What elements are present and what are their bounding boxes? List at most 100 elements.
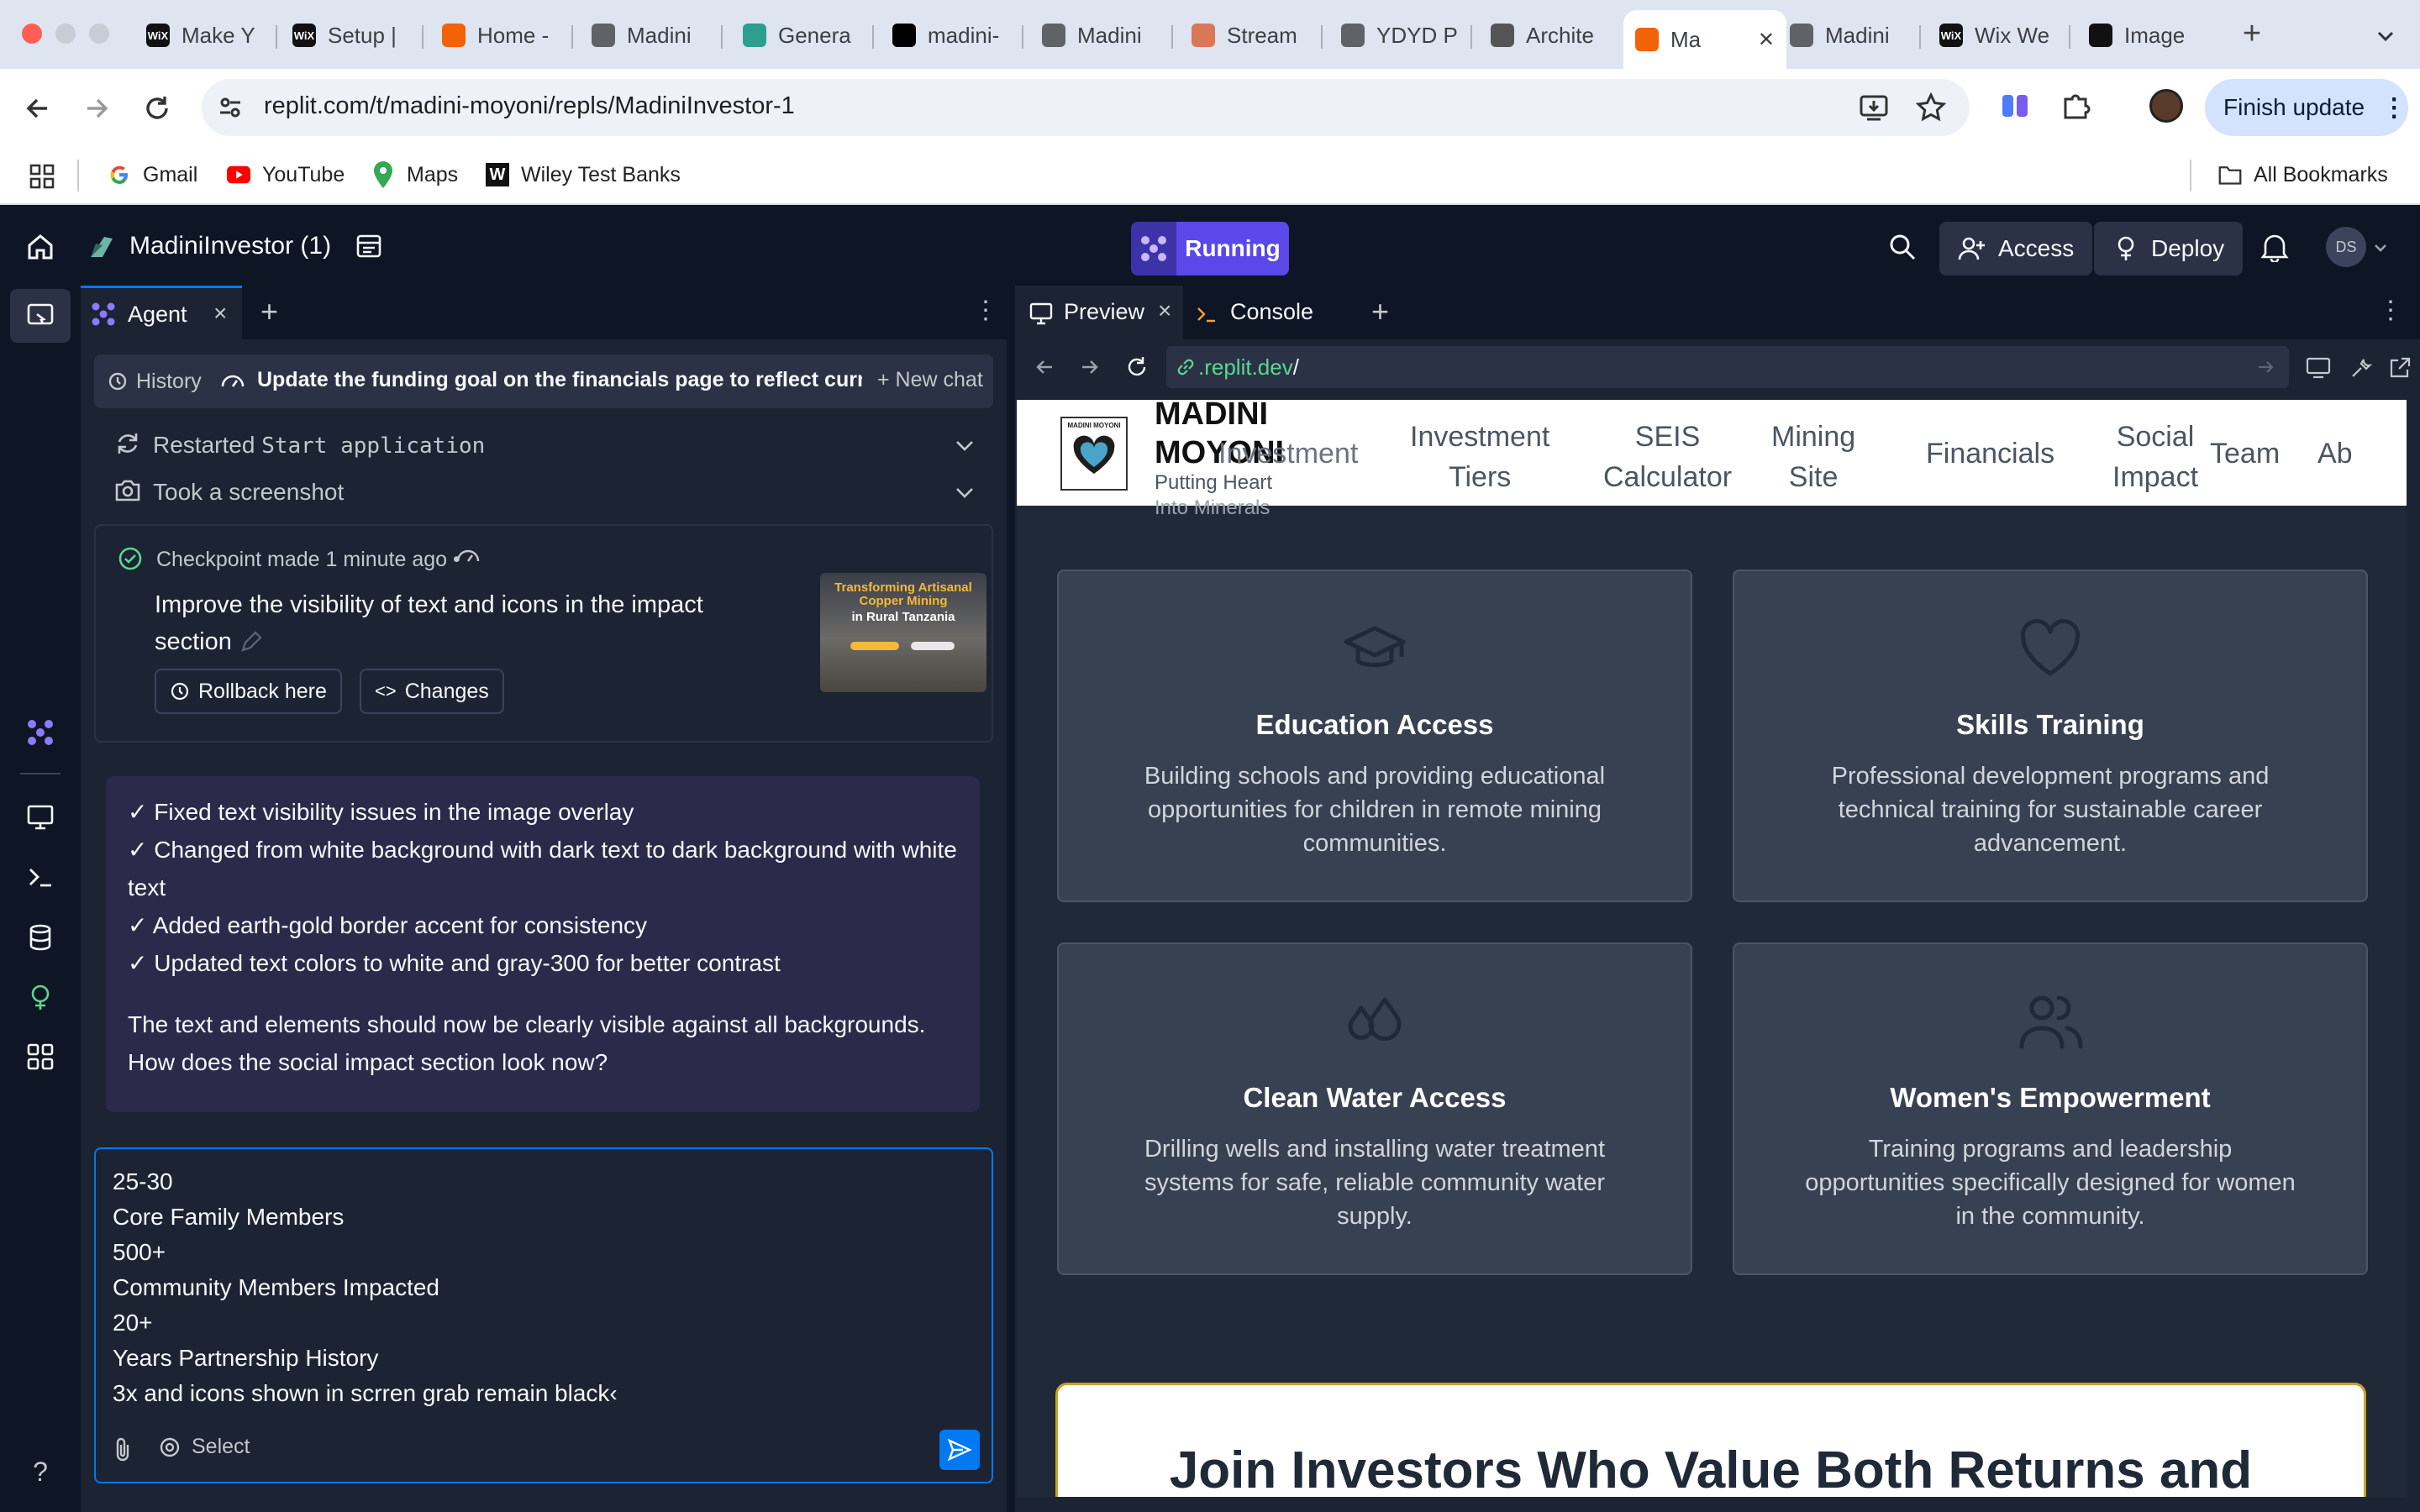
browser-tab[interactable]: Stream bbox=[1180, 12, 1318, 59]
console-icon[interactable] bbox=[25, 862, 55, 892]
panel-menu-icon[interactable]: ⋮ bbox=[2378, 296, 2403, 325]
device-toggle-icon[interactable] bbox=[2306, 356, 2331, 380]
changes-button[interactable]: <> Changes bbox=[360, 669, 504, 714]
minimize-window-button[interactable] bbox=[55, 24, 76, 44]
tab-preview[interactable]: Preview × bbox=[1015, 286, 1183, 339]
preview-back-icon[interactable] bbox=[1032, 354, 1057, 380]
browser-tab[interactable]: Archite bbox=[1479, 12, 1617, 59]
browser-tab[interactable]: WiX Setup | bbox=[281, 12, 418, 59]
attach-paperclip-icon[interactable] bbox=[111, 1436, 134, 1463]
new-tab-plus-icon[interactable]: + bbox=[260, 294, 278, 329]
agent-toggle-icon[interactable] bbox=[25, 301, 55, 331]
nav-link[interactable]: Financials bbox=[1926, 433, 2054, 474]
tab-search-icon[interactable] bbox=[2371, 22, 2400, 50]
chat-title[interactable]: Update the funding goal on the financial… bbox=[257, 368, 862, 392]
browser-tab[interactable]: Madini bbox=[1030, 12, 1168, 59]
home-icon[interactable] bbox=[25, 232, 55, 262]
chevron-down-icon bbox=[955, 437, 975, 454]
bookmark-youtube[interactable]: YouTube bbox=[227, 158, 345, 192]
site-info-icon[interactable] bbox=[217, 94, 244, 121]
search-icon[interactable] bbox=[1887, 232, 1918, 262]
close-window-button[interactable] bbox=[22, 24, 42, 44]
history-button[interactable]: History bbox=[94, 354, 202, 408]
site-logo[interactable]: MADINI MOYONI bbox=[1060, 417, 1128, 491]
new-tab-button[interactable]: + bbox=[2233, 15, 2270, 52]
devtools-wrench-icon[interactable] bbox=[2349, 356, 2373, 380]
select-element-button[interactable]: Select bbox=[158, 1435, 250, 1459]
nav-link[interactable]: Ab bbox=[2317, 433, 2353, 474]
go-arrow-icon[interactable] bbox=[2255, 356, 2277, 378]
browser-tab[interactable]: Madini bbox=[580, 12, 718, 59]
edit-pencil-icon[interactable] bbox=[239, 631, 262, 654]
bookmark-wiley[interactable]: W Wiley Test Banks bbox=[486, 158, 681, 192]
preview-reload-icon[interactable] bbox=[1124, 354, 1150, 380]
close-tab-icon[interactable]: × bbox=[213, 300, 227, 327]
extension-icon[interactable] bbox=[2000, 91, 2030, 121]
database-icon[interactable] bbox=[25, 922, 55, 953]
preview-forward-icon[interactable] bbox=[1077, 354, 1102, 380]
new-tab-plus-icon[interactable]: + bbox=[1371, 294, 1389, 329]
rollback-here-button[interactable]: Rollback here bbox=[155, 669, 342, 714]
panel-resize-handle[interactable] bbox=[1007, 286, 1015, 1512]
address-bar[interactable]: replit.com/t/madini-moyoni/repls/MadiniI… bbox=[202, 79, 1970, 136]
all-bookmarks-button[interactable]: All Bookmarks bbox=[2218, 158, 2388, 192]
agent-icon[interactable] bbox=[25, 717, 55, 748]
bookmark-gmail[interactable]: Gmail bbox=[108, 158, 197, 192]
browser-tab[interactable]: Madini bbox=[1778, 12, 1916, 59]
preview-url-bar[interactable]: .replit.dev/ bbox=[1166, 346, 2289, 388]
finish-update-button[interactable]: Finish update ⋮ bbox=[2205, 79, 2408, 136]
agent-message-line: ✓ Updated text colors to white and gray-… bbox=[128, 950, 781, 976]
browser-tab[interactable]: YDYD P bbox=[1329, 12, 1467, 59]
new-chat-button[interactable]: + New chat bbox=[877, 368, 983, 392]
back-icon[interactable] bbox=[22, 92, 54, 124]
bookmark-star-icon[interactable] bbox=[1916, 92, 1946, 123]
browser-tab[interactable]: Genera bbox=[731, 12, 869, 59]
nav-link[interactable]: Team bbox=[2210, 433, 2280, 474]
apps-grid-icon[interactable] bbox=[29, 163, 55, 190]
nav-link[interactable]: Social Impact bbox=[2112, 417, 2198, 497]
profile-avatar[interactable] bbox=[2149, 89, 2183, 123]
tab-agent[interactable]: Agent × bbox=[81, 286, 242, 339]
nav-link[interactable]: Mining Site bbox=[1771, 417, 1855, 497]
nav-link[interactable]: Investment Tiers bbox=[1410, 417, 1549, 497]
url-text[interactable]: replit.com/t/madini-moyoni/repls/MadiniI… bbox=[264, 92, 795, 120]
preview-scrollbar[interactable] bbox=[2407, 400, 2420, 1497]
chat-input-box[interactable]: 25-30 Core Family Members 500+ Community Me… bbox=[94, 1147, 993, 1483]
tab-console[interactable]: Console bbox=[1195, 286, 1355, 339]
project-files-icon[interactable] bbox=[355, 232, 383, 260]
bookmark-maps[interactable]: Maps bbox=[371, 158, 458, 192]
browser-tab[interactable]: Image bbox=[2077, 12, 2215, 59]
close-tab-icon[interactable]: ✕ bbox=[1758, 28, 1775, 52]
chevron-down-icon[interactable] bbox=[2371, 239, 2390, 257]
action-screenshot[interactable]: Took a screenshot bbox=[114, 472, 988, 509]
browser-tab[interactable]: Home - bbox=[430, 12, 568, 59]
deployments-icon[interactable] bbox=[25, 983, 55, 1013]
extensions-puzzle-icon[interactable] bbox=[2060, 91, 2091, 121]
user-avatar[interactable]: DS bbox=[2326, 227, 2366, 267]
notifications-bell-icon[interactable] bbox=[2260, 232, 2289, 262]
preview-icon[interactable] bbox=[25, 801, 55, 832]
reload-icon[interactable] bbox=[141, 92, 173, 124]
install-app-icon[interactable] bbox=[1859, 92, 1889, 123]
nav-link[interactable]: Investment bbox=[1218, 433, 1358, 474]
run-status-button[interactable]: Running bbox=[1131, 222, 1289, 276]
all-tools-grid-icon[interactable] bbox=[25, 1042, 55, 1072]
browser-tab[interactable]: WiX Wix We bbox=[1928, 12, 2065, 59]
help-icon[interactable]: ? bbox=[25, 1457, 55, 1487]
panel-menu-icon[interactable]: ⋮ bbox=[973, 296, 998, 325]
action-restarted[interactable]: Restarted Start application bbox=[114, 425, 988, 462]
open-new-window-icon[interactable] bbox=[2388, 356, 2412, 380]
send-button[interactable] bbox=[939, 1430, 980, 1470]
forward-icon[interactable] bbox=[81, 92, 113, 124]
access-button[interactable]: Access bbox=[1939, 222, 2093, 276]
browser-tab[interactable]: WiX Make Y bbox=[134, 12, 272, 59]
maximize-window-button[interactable] bbox=[89, 24, 109, 44]
nav-link[interactable]: SEIS Calculator bbox=[1603, 417, 1732, 497]
browser-tab[interactable]: madini- bbox=[881, 12, 1018, 59]
deploy-button[interactable]: Deploy bbox=[2094, 222, 2244, 276]
browser-tab[interactable]: Ma ✕ bbox=[1623, 10, 1786, 69]
chat-input[interactable]: 25-30 Core Family Members 500+ Community Me… bbox=[113, 1164, 970, 1411]
close-tab-icon[interactable]: × bbox=[1158, 297, 1171, 324]
checkpoint-thumbnail[interactable]: Transforming Artisanal Copper Mining in … bbox=[820, 573, 986, 692]
project-name[interactable]: MadiniInvestor (1) bbox=[129, 232, 331, 260]
